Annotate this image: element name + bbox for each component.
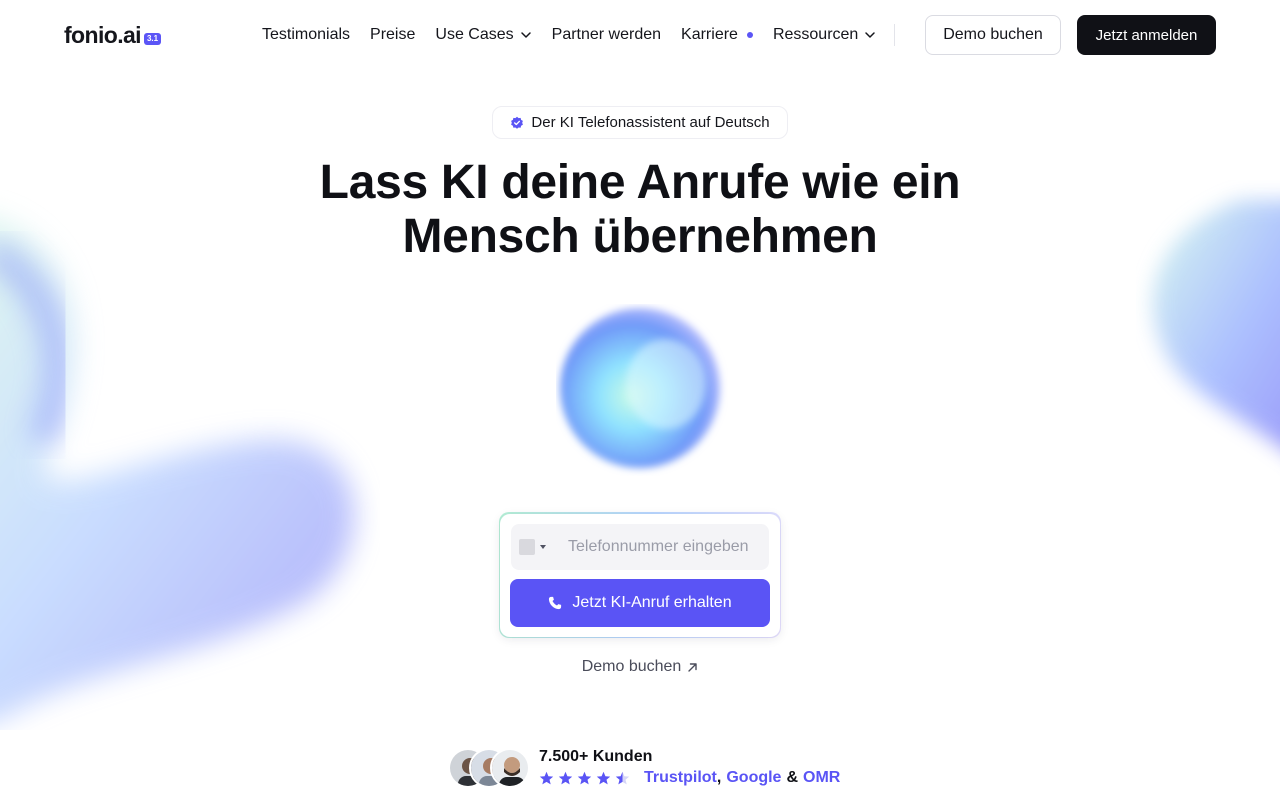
version-badge: 3.1: [143, 33, 162, 45]
verified-badge-icon: [511, 116, 524, 129]
ai-voice-orb: [560, 308, 720, 468]
star-rating: [539, 771, 634, 786]
separator-and: &: [786, 769, 799, 786]
avatar: [490, 748, 530, 788]
country-flag-icon[interactable]: [519, 539, 535, 555]
nav-testimonials[interactable]: Testimonials: [262, 26, 350, 44]
customer-avatars: [448, 748, 534, 790]
background-gradient-blob-right: [1152, 200, 1280, 447]
phone-number-field: [511, 524, 769, 570]
call-button-label: Jetzt KI-Anruf erhalten: [572, 594, 732, 611]
phone-icon: [549, 596, 562, 610]
pill-text: Der KI Telefonassistent auf Deutsch: [531, 114, 770, 131]
fonio-logo[interactable]: fonio.ai 3.1: [64, 20, 162, 50]
chevron-down-icon: [865, 32, 876, 38]
phone-number-input[interactable]: [568, 538, 758, 556]
nav-partner-werden[interactable]: Partner werden: [552, 26, 661, 44]
nav-label: Preise: [370, 26, 416, 43]
arrow-up-right-icon: [688, 662, 698, 672]
top-navigation-bar: fonio.ai 3.1 Testimonials Preise Use Cas…: [0, 0, 1280, 70]
nav-divider: [894, 24, 896, 46]
omr-link[interactable]: OMR: [803, 769, 840, 787]
google-link[interactable]: Google: [726, 769, 781, 787]
nav-preise[interactable]: Preise: [370, 26, 415, 44]
headline-line-1: Lass KI deine Anrufe wie ein: [319, 156, 961, 209]
new-indicator-dot: [746, 32, 753, 38]
nav-label: Partner werden: [551, 26, 662, 43]
demo-buchen-link[interactable]: Demo buchen: [540, 658, 740, 676]
star-icon: [539, 771, 554, 784]
main-nav: Testimonials Preise Use Cases Partner we…: [262, 22, 896, 48]
background-gradient-blob-left: [0, 220, 355, 720]
star-icon: [558, 771, 573, 784]
trustpilot-link[interactable]: Trustpilot: [644, 769, 717, 787]
separator-comma: ,: [716, 769, 722, 786]
nav-use-cases[interactable]: Use Cases: [435, 26, 531, 44]
logo-wordmark: fonio: [64, 21, 118, 48]
hero-tagline-pill: Der KI Telefonassistent auf Deutsch: [492, 106, 788, 139]
star-icon: [577, 771, 592, 784]
ki-anruf-button[interactable]: Jetzt KI-Anruf erhalten: [510, 579, 770, 627]
nav-ressourcen[interactable]: Ressourcen: [773, 26, 876, 44]
jetzt-anmelden-button[interactable]: Jetzt anmelden: [1077, 15, 1216, 55]
demo-buchen-button[interactable]: Demo buchen: [925, 15, 1061, 55]
rating-line: Trustpilot , Google & OMR: [539, 769, 840, 787]
customer-count: 7.500+ Kunden: [539, 748, 653, 765]
headline-line-2: Mensch übernehmen: [402, 210, 878, 263]
chevron-down-icon: [520, 32, 531, 38]
nav-label: Ressourcen: [772, 26, 859, 43]
star-icon: [615, 771, 630, 784]
nav-label: Karriere: [681, 26, 738, 43]
nav-label: Use Cases: [435, 26, 514, 43]
demo-link-label: Demo buchen: [581, 658, 682, 675]
logo-suffix: .ai: [117, 21, 141, 48]
nav-label: Testimonials: [262, 26, 351, 43]
ai-call-form: Jetzt KI-Anruf erhalten: [500, 514, 780, 637]
nav-karriere[interactable]: Karriere: [681, 26, 753, 44]
hero-headline: Lass KI deine Anrufe wie ein Mensch über…: [240, 156, 1040, 264]
country-select-caret-icon[interactable]: [540, 545, 546, 549]
star-icon: [596, 771, 611, 784]
